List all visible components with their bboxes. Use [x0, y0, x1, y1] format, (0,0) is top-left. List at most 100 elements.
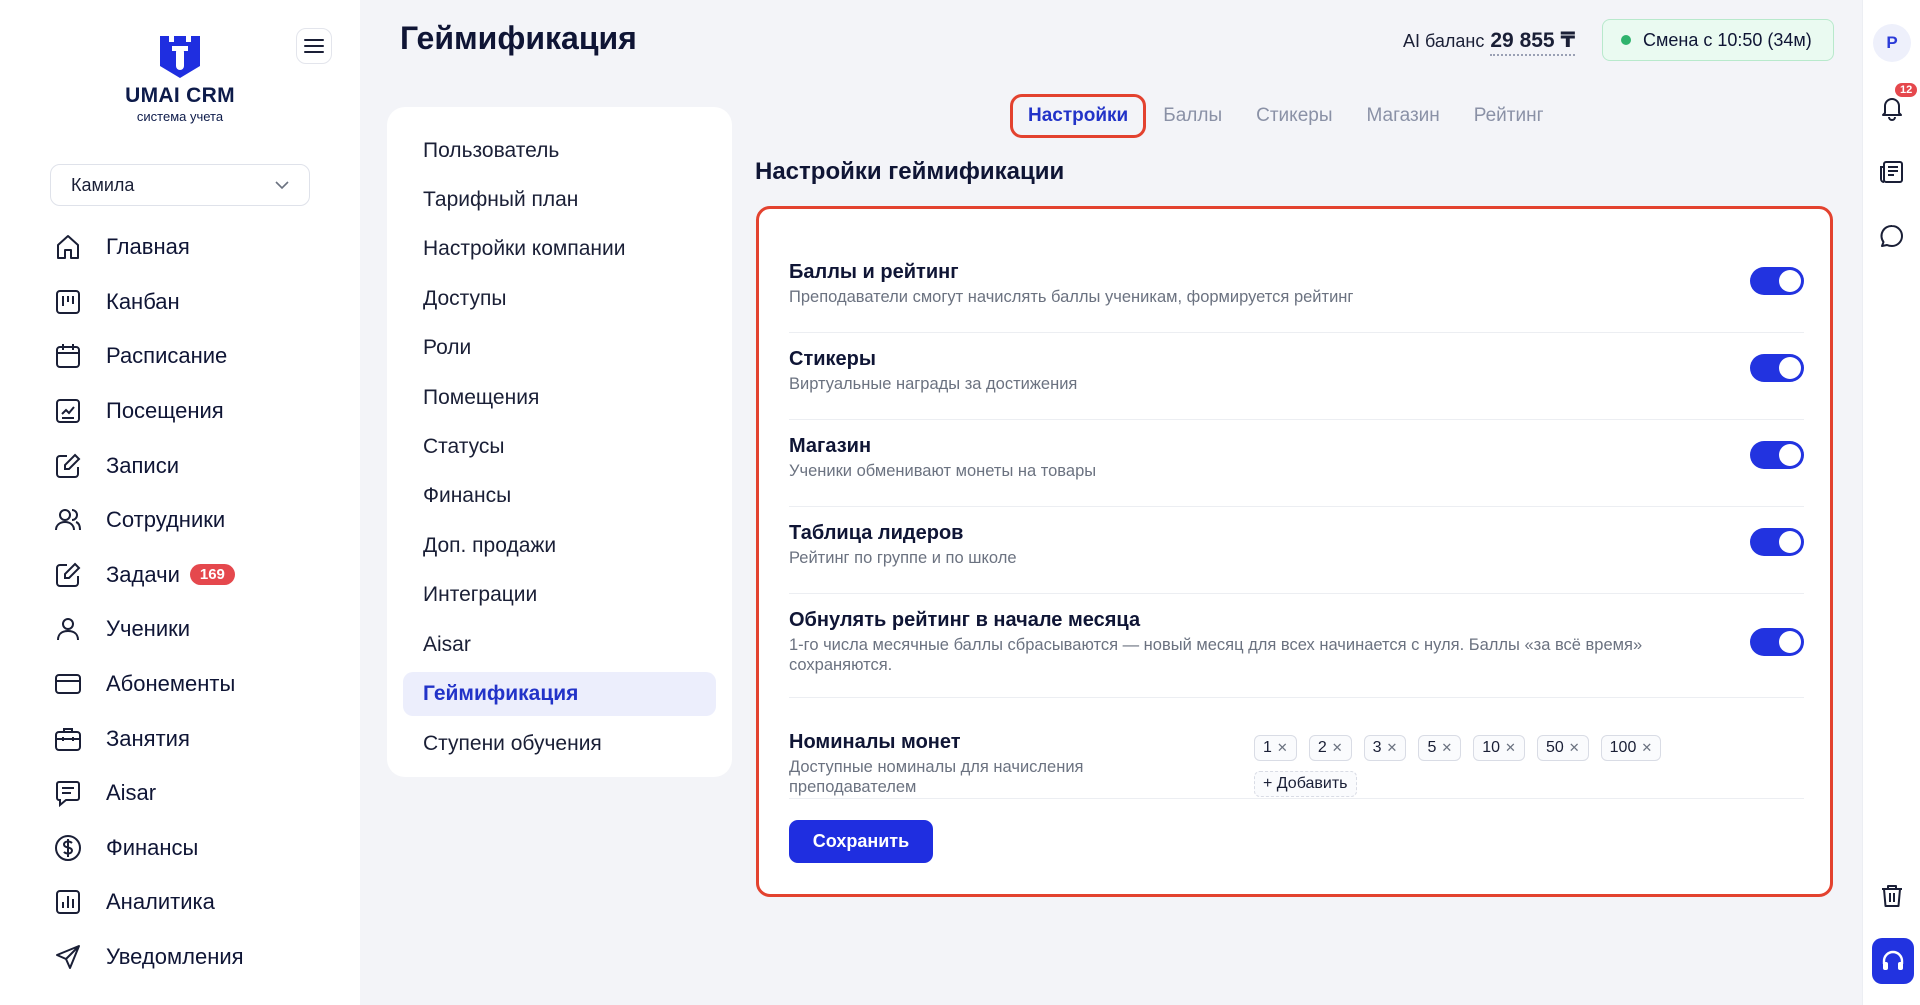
tab-shop[interactable]: Магазин: [1349, 94, 1456, 138]
tabs: Настройки Баллы Стикеры Магазин Рейтинг: [1010, 94, 1561, 138]
nav-item-tasks[interactable]: Задачи 169: [52, 548, 342, 603]
user-select[interactable]: Камила: [50, 164, 310, 206]
castle-logo-icon: [160, 36, 200, 78]
tab-stickers[interactable]: Стикеры: [1239, 94, 1349, 138]
edit-icon: [52, 450, 84, 482]
newspaper-icon[interactable]: [1878, 158, 1906, 186]
coin-chip: 100 ✕: [1600, 735, 1662, 761]
nav-item-aisar[interactable]: Aisar: [52, 766, 342, 821]
section-title: Настройки геймификации: [755, 158, 1065, 185]
toggle-knob: [1779, 531, 1801, 553]
settings-item-tariff[interactable]: Тарифный план: [387, 175, 732, 224]
remove-icon[interactable]: ✕: [1505, 740, 1516, 756]
remove-icon[interactable]: ✕: [1332, 740, 1343, 756]
nav-item-subscriptions[interactable]: Абонементы: [52, 657, 342, 712]
nav-item-label: Посещения: [106, 398, 224, 424]
toggle-knob: [1779, 357, 1801, 379]
add-coin-button[interactable]: + Добавить: [1254, 771, 1357, 797]
nav-item-employees[interactable]: Сотрудники: [52, 493, 342, 548]
user-select-value: Камила: [71, 174, 135, 195]
reset-monthly-toggle[interactable]: [1750, 628, 1804, 656]
settings-item-finance[interactable]: Финансы: [387, 472, 732, 521]
users-icon: [52, 504, 84, 536]
brand-logo[interactable]: UMAI CRM система учета: [120, 34, 240, 124]
nav-item-label: Занятия: [106, 725, 190, 751]
option-row-reset-monthly: Обнулять рейтинг в начале месяца 1-го чи…: [789, 609, 1804, 698]
nav-item-label: Aisar: [106, 780, 157, 806]
settings-item-company[interactable]: Настройки компании: [387, 225, 732, 274]
option-row-shop: Магазин Ученики обменивают монеты на тов…: [789, 435, 1804, 507]
remove-icon[interactable]: ✕: [1641, 740, 1652, 756]
settings-item-integrations[interactable]: Интеграции: [387, 571, 732, 620]
points-toggle[interactable]: [1750, 267, 1804, 295]
settings-item-upsell[interactable]: Доп. продажи: [387, 521, 732, 570]
toggle-knob: [1779, 444, 1801, 466]
shop-toggle[interactable]: [1750, 441, 1804, 469]
chevron-down-icon: [275, 180, 289, 189]
option-row-leaderboard: Таблица лидеров Рейтинг по группе и по ш…: [789, 522, 1804, 594]
ai-balance[interactable]: AI баланс 29 855 ₸: [1403, 28, 1576, 56]
support-button[interactable]: [1872, 938, 1914, 984]
home-icon: [52, 231, 84, 263]
option-description: Доступные номиналы для начисления препод…: [789, 758, 1084, 796]
ai-balance-label: AI баланс: [1403, 31, 1485, 51]
tab-settings[interactable]: Настройки: [1010, 94, 1147, 138]
nav-item-lessons[interactable]: Занятия: [52, 711, 342, 766]
nav-item-students[interactable]: Ученики: [52, 602, 342, 657]
remove-icon[interactable]: ✕: [1277, 740, 1288, 756]
nav-item-label: Абонементы: [106, 671, 236, 697]
option-description: Виртуальные награды за достижения: [789, 375, 1078, 393]
nav-item-kanban[interactable]: Канбан: [52, 275, 342, 330]
remove-icon[interactable]: ✕: [1387, 740, 1398, 756]
settings-item-user[interactable]: Пользователь: [387, 126, 732, 175]
nav-item-label: Финансы: [106, 834, 199, 860]
card-icon: [52, 668, 84, 700]
coin-chip: 5 ✕: [1418, 735, 1462, 761]
coin-chips: 1 ✕ 2 ✕ 3 ✕ 5 ✕ 10 ✕ 50 ✕ 100 ✕ + Добавить: [1254, 735, 1694, 797]
nav-item-attendance[interactable]: Посещения: [52, 384, 342, 439]
bell-icon[interactable]: [1878, 94, 1906, 122]
menu-toggle-button[interactable]: [296, 28, 332, 64]
coin-value: 3: [1372, 739, 1382, 756]
ai-balance-value: 29 855 ₸: [1490, 28, 1576, 56]
settings-item-gamification[interactable]: Геймификация: [403, 672, 716, 717]
tab-points[interactable]: Баллы: [1146, 94, 1239, 138]
send-icon: [52, 941, 84, 973]
nav-item-notifications[interactable]: Уведомления: [52, 930, 342, 985]
save-button[interactable]: Сохранить: [789, 820, 933, 863]
settings-item-access[interactable]: Доступы: [387, 274, 732, 323]
tab-rating[interactable]: Рейтинг: [1457, 94, 1561, 138]
nav-item-label: Записи: [106, 452, 180, 478]
option-title: Баллы и рейтинг: [789, 261, 959, 283]
settings-item-statuses[interactable]: Статусы: [387, 422, 732, 471]
toggle-knob: [1779, 270, 1801, 292]
briefcase-icon: [52, 723, 84, 755]
settings-item-rooms[interactable]: Помещения: [387, 373, 732, 422]
leaderboard-toggle[interactable]: [1750, 528, 1804, 556]
coin-value: 5: [1427, 739, 1437, 756]
notification-count-badge: 12: [1895, 83, 1918, 97]
option-row-stickers: Стикеры Виртуальные награды за достижени…: [789, 348, 1804, 420]
user-icon: [52, 613, 84, 645]
settings-item-roles[interactable]: Роли: [387, 324, 732, 373]
hamburger-icon: [304, 39, 324, 53]
option-title: Стикеры: [789, 348, 876, 370]
avatar[interactable]: Р: [1873, 24, 1911, 62]
headset-icon: [1882, 950, 1904, 970]
stickers-toggle[interactable]: [1750, 354, 1804, 382]
settings-item-levels[interactable]: Ступени обучения: [387, 719, 732, 768]
nav-item-home[interactable]: Главная: [52, 220, 342, 275]
remove-icon[interactable]: ✕: [1569, 740, 1580, 756]
shift-status-button[interactable]: Смена с 10:50 (34м): [1602, 19, 1834, 61]
remove-icon[interactable]: ✕: [1441, 740, 1452, 756]
nav-item-schedule[interactable]: Расписание: [52, 329, 342, 384]
option-description: 1-го числа месячные баллы сбрасываются —…: [789, 636, 1643, 674]
nav-item-finance[interactable]: Финансы: [52, 821, 342, 876]
settings-item-aisar[interactable]: Aisar: [387, 620, 732, 669]
chat-icon[interactable]: [1878, 222, 1906, 250]
nav-item-analytics[interactable]: Аналитика: [52, 875, 342, 930]
trash-icon[interactable]: [1878, 882, 1906, 910]
nav-item-label: Аналитика: [106, 889, 215, 915]
option-description: Преподаватели смогут начислять баллы уче…: [789, 288, 1354, 306]
nav-item-records[interactable]: Записи: [52, 438, 342, 493]
